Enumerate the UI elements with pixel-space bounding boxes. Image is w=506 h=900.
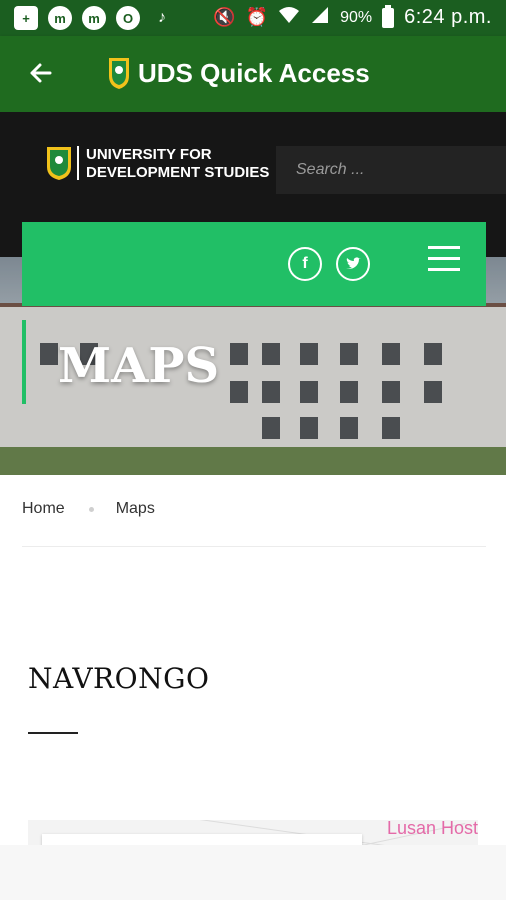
university-name[interactable]: UNIVERSITY FOR DEVELOPMENT STUDIES [86, 146, 269, 182]
site-nav-bar: f [22, 222, 486, 306]
section-title: NAVRONGO [28, 662, 210, 695]
twitter-button[interactable] [336, 247, 370, 281]
university-name-line2: DEVELOPMENT STUDIES [86, 164, 270, 181]
hamburger-icon [428, 246, 460, 249]
opera-icon: O [116, 6, 140, 30]
section-underline [28, 732, 78, 734]
university-name-line1: UNIVERSITY FOR [86, 146, 212, 163]
app-bar: UDS Quick Access [0, 36, 506, 112]
breadcrumb-separator [88, 506, 94, 512]
arrow-left-icon [30, 63, 52, 83]
bottom-bar [0, 845, 506, 900]
breadcrumb: Home Maps [22, 500, 155, 518]
facebook-button[interactable]: f [288, 247, 322, 281]
uds-crest-icon [47, 147, 71, 180]
title-accent-bar [22, 320, 26, 404]
alarm-icon: ⏰ [245, 7, 269, 27]
battery-icon [382, 4, 395, 28]
breadcrumb-home[interactable]: Home [22, 500, 65, 518]
uds-logo-icon [109, 58, 129, 89]
mute-icon: 🔇 [213, 7, 236, 27]
breadcrumb-current: Maps [115, 500, 155, 517]
signal-icon [310, 5, 330, 30]
back-button[interactable] [22, 56, 58, 92]
app-title: UDS Quick Access [138, 58, 370, 88]
messenger-icon: m [48, 6, 72, 30]
divider [22, 546, 486, 547]
search-input[interactable] [276, 146, 506, 194]
page-title: MAPS [58, 338, 220, 394]
map-place-label: Lusan Host [386, 820, 478, 838]
plus-box-icon: + [14, 6, 38, 30]
facebook-icon: f [302, 255, 308, 272]
messenger-icon: m [82, 6, 106, 30]
battery-percent: 90% [340, 8, 373, 26]
wifi-icon [278, 5, 300, 30]
twitter-icon [346, 257, 361, 269]
clock: 6:24 p.m. [404, 6, 492, 28]
logo-divider [77, 146, 79, 180]
status-bar: + m m O ♪ 🔇 ⏰ 90% 6:24 p.m. [0, 0, 506, 36]
tiktok-icon: ♪ [158, 9, 166, 26]
menu-button[interactable] [428, 246, 460, 274]
